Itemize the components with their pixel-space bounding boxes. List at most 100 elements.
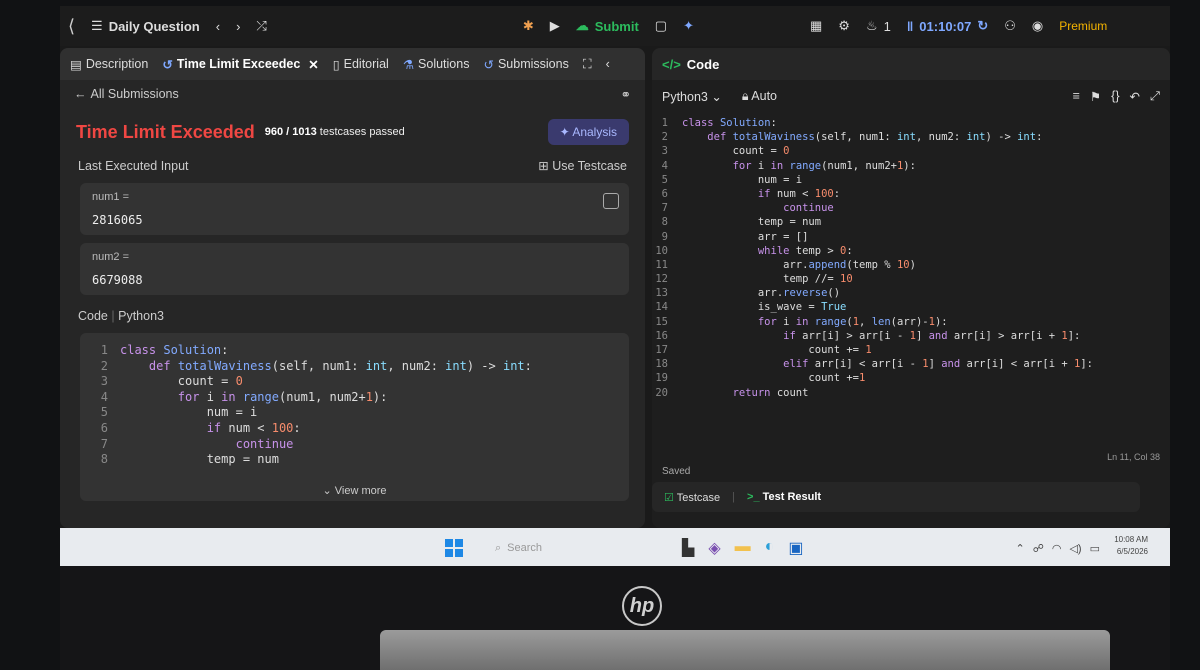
settings-button[interactable]: ⚙ bbox=[830, 18, 858, 34]
use-testcase-label: Use Testcase bbox=[552, 159, 627, 173]
editor-line: 16 if arr[i] > arr[i - 1] and arr[i] > a… bbox=[652, 329, 1170, 343]
editor-line: 4 for i in range(num1, num2+1): bbox=[652, 159, 1170, 173]
line-number: 1 bbox=[661, 117, 668, 129]
wifi-icon[interactable]: ◠ bbox=[1052, 542, 1062, 555]
testcase-count: 960 / 1013 testcases passed bbox=[265, 126, 405, 138]
logo-icon[interactable]: ⟨ bbox=[60, 16, 83, 37]
line-number: 7 bbox=[661, 202, 668, 215]
editor-line: 7 continue bbox=[652, 201, 1170, 215]
shuffle-button[interactable]: ⤮ bbox=[248, 18, 274, 34]
edge-icon[interactable]: ◐ bbox=[765, 538, 775, 558]
reset-icon: ↻ bbox=[977, 18, 989, 33]
submission-nav: ← All Submissions ⚭ bbox=[60, 80, 645, 108]
line-number: 13 bbox=[655, 287, 668, 300]
autocomplete-toggle[interactable]: 🔒︎ Auto bbox=[742, 89, 777, 104]
code-language: Python3 bbox=[118, 309, 164, 323]
analysis-button[interactable]: ✦ Analysis bbox=[547, 119, 629, 145]
code-line: 7 continue bbox=[80, 437, 629, 453]
undo-icon[interactable]: ↶ bbox=[1130, 89, 1140, 104]
layout-button[interactable]: ▦ bbox=[802, 18, 830, 34]
avatar[interactable]: ◉ bbox=[1024, 18, 1051, 34]
code-editor[interactable]: 1 class Solution: 2 def totalWaviness(self… bbox=[652, 112, 1170, 400]
editor-header: </> Code bbox=[652, 48, 1170, 80]
battery-icon[interactable]: ▭ bbox=[1090, 542, 1100, 555]
collapse-button[interactable]: ‹ bbox=[606, 57, 610, 71]
editor-toolbar: Python3 ⌄ 🔒︎ Auto ≡ ⚑ {} ↶ ⤢ bbox=[652, 80, 1170, 112]
view-more-button[interactable]: ⌄ View more bbox=[80, 484, 629, 497]
tab-result[interactable]: ↺ Time Limit Exceedec ✕ bbox=[162, 57, 318, 72]
search-icon: ⌕ bbox=[495, 541, 502, 554]
all-submissions-link[interactable]: ← All Submissions bbox=[74, 87, 179, 101]
copy-icon[interactable] bbox=[603, 193, 619, 209]
line-text: class Solution: bbox=[120, 343, 229, 357]
streak-counter[interactable]: ♨ 1 bbox=[858, 18, 899, 34]
cloud-upload-icon: ☁ bbox=[575, 18, 589, 33]
add-friend-button[interactable]: ⚇ bbox=[996, 18, 1024, 34]
problem-list-button[interactable]: ☰ Daily Question bbox=[83, 18, 208, 34]
ai-button[interactable]: ✦ bbox=[675, 18, 702, 34]
line-text: num = i bbox=[682, 173, 803, 186]
submit-button[interactable]: ☁ Submit bbox=[568, 18, 647, 34]
network-icon[interactable]: ☍ bbox=[1033, 542, 1044, 555]
app-icon[interactable]: ◈ bbox=[708, 538, 720, 558]
use-testcase-button[interactable]: ⊞ Use Testcase bbox=[538, 158, 627, 173]
language-value: Python3 bbox=[662, 89, 708, 104]
run-button[interactable]: ▶ bbox=[542, 18, 568, 34]
line-number: 11 bbox=[655, 258, 668, 271]
format-icon[interactable]: ≡ bbox=[1073, 89, 1080, 104]
code-section-header: Code | Python3 bbox=[78, 309, 164, 323]
editor-line: 8 temp = num bbox=[652, 215, 1170, 229]
tab-bar: ▤ Description ↺ Time Limit Exceedec ✕ ▯ Edit… bbox=[60, 48, 645, 80]
editor-line: 3 count = 0 bbox=[652, 144, 1170, 158]
editor-line: 2 def totalWaviness(self, num1: int, num… bbox=[652, 130, 1170, 144]
folder-icon[interactable]: ▬ bbox=[735, 538, 751, 558]
terminal-icon: >_ bbox=[747, 491, 760, 503]
language-select[interactable]: Python3 ⌄ bbox=[662, 89, 722, 104]
tab-test-result[interactable]: >_ Test Result bbox=[747, 491, 821, 503]
line-number: 18 bbox=[655, 358, 668, 371]
code-line: 6 if num < 100: bbox=[80, 421, 629, 437]
fullscreen-icon[interactable]: ⤢ bbox=[1150, 89, 1160, 104]
close-icon[interactable]: ✕ bbox=[308, 57, 318, 72]
windows-start-icon[interactable] bbox=[445, 539, 463, 557]
tab-description[interactable]: ▤ Description bbox=[70, 57, 148, 72]
app-icon[interactable]: ▙ bbox=[682, 538, 694, 558]
code-line: 1 class Solution: bbox=[80, 343, 629, 359]
line-number: 6 bbox=[100, 420, 108, 435]
line-number: 15 bbox=[655, 315, 668, 328]
taskbar-clock[interactable]: 10:08 AM 6/5/2026 bbox=[1114, 534, 1148, 558]
timer[interactable]: ‖ 01:10:07 ↻ bbox=[899, 18, 996, 34]
link-icon[interactable]: ⚭ bbox=[621, 87, 631, 102]
braces-icon[interactable]: {} bbox=[1111, 89, 1119, 104]
volume-icon[interactable]: ◁) bbox=[1069, 542, 1081, 555]
line-number: 3 bbox=[661, 145, 668, 158]
editor-line: 11 arr.append(temp % 10) bbox=[652, 258, 1170, 272]
notes-button[interactable]: ▢ bbox=[647, 18, 675, 34]
pause-icon: ‖ bbox=[906, 18, 914, 34]
arrow-left-icon: ← bbox=[74, 87, 87, 101]
chevron-up-icon[interactable]: ⌃ bbox=[1016, 542, 1025, 555]
line-text: count = 0 bbox=[120, 374, 243, 389]
line-text: return count bbox=[732, 386, 809, 399]
premium-link[interactable]: Premium bbox=[1051, 19, 1115, 33]
taskbar-search[interactable]: ⌕ Search bbox=[495, 542, 542, 555]
list-icon: ☰ bbox=[91, 18, 103, 33]
tab-editorial[interactable]: ▯ Editorial bbox=[333, 57, 389, 72]
tab-label: Submissions bbox=[497, 57, 569, 71]
chevron-left-icon: ‹ bbox=[605, 57, 610, 71]
tab-testcase[interactable]: ☑ Testcase bbox=[664, 491, 720, 504]
tab-submissions[interactable]: ↺ Submissions bbox=[483, 57, 568, 72]
prev-button[interactable]: ‹ bbox=[208, 19, 228, 34]
line-text: continue bbox=[783, 202, 834, 215]
debug-button[interactable]: ✱ bbox=[515, 18, 542, 34]
problem-list-title: Daily Question bbox=[108, 18, 200, 34]
outlook-icon[interactable]: ▣ bbox=[788, 538, 803, 558]
expand-button[interactable]: ⛶ bbox=[583, 57, 592, 72]
sparkle-icon: ✦ bbox=[683, 18, 694, 33]
editor-line: 14 is_wave = True bbox=[652, 300, 1170, 314]
code-heading: Code bbox=[78, 309, 108, 323]
next-button[interactable]: › bbox=[228, 19, 248, 34]
bookmark-icon[interactable]: ⚑ bbox=[1090, 89, 1101, 104]
line-text: temp = num bbox=[682, 216, 822, 229]
tab-solutions[interactable]: ⚗ Solutions bbox=[403, 57, 470, 72]
